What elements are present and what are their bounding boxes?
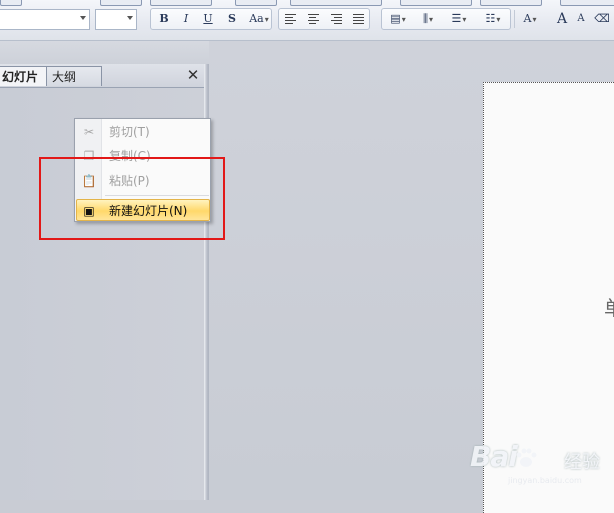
ribbon-separator xyxy=(514,10,515,28)
numbering-icon[interactable]: ☷ xyxy=(478,9,508,29)
scissors-icon: ✂ xyxy=(83,125,95,139)
align-right-icon[interactable] xyxy=(327,9,345,29)
ribbon: B I U S Aa ▤ ⫼ ☰ ☷ A A A ⌫ xyxy=(0,0,614,41)
tab-outline[interactable]: 大纲 xyxy=(47,66,102,86)
watermark-logo-text: Bai xyxy=(470,440,518,473)
italic-button[interactable]: I xyxy=(177,9,195,29)
tab-slides[interactable]: 幻灯片 xyxy=(0,66,47,86)
bullets-icon[interactable]: ☰ xyxy=(446,9,472,29)
underline-button[interactable]: U xyxy=(199,9,217,29)
watermark-brand-text: 经验 xyxy=(564,452,600,473)
text-shadow-button[interactable]: S xyxy=(223,9,241,29)
ribbon-top-row-cutoff xyxy=(0,0,614,6)
align-left-icon[interactable] xyxy=(281,9,299,29)
shrink-font-button[interactable]: A xyxy=(572,9,590,29)
font-name-combo[interactable] xyxy=(0,9,90,30)
text-direction-icon[interactable]: ⫼ xyxy=(415,9,441,29)
baidu-jingyan-watermark: Bai 经验 jingyan.baidu.com xyxy=(470,440,614,488)
font-color-button[interactable]: A xyxy=(518,9,542,29)
clear-formatting-icon[interactable]: ⌫ xyxy=(592,9,612,29)
align-center-icon[interactable] xyxy=(304,9,322,29)
justify-icon[interactable] xyxy=(349,9,367,29)
menu-item-cut[interactable]: ✂ 剪切(T) xyxy=(77,121,208,143)
font-size-combo[interactable] xyxy=(95,9,137,30)
change-case-button[interactable]: Aa xyxy=(245,9,273,29)
columns-icon[interactable]: ▤ xyxy=(385,9,411,29)
slide-partial-text: 单 xyxy=(604,292,614,321)
grow-font-button[interactable]: A xyxy=(553,9,571,29)
pane-tab-strip: 幻灯片 大纲 xyxy=(0,64,204,88)
watermark-url: jingyan.baidu.com xyxy=(508,476,582,485)
bold-button[interactable]: B xyxy=(155,9,173,29)
close-pane-icon[interactable]: ✕ xyxy=(185,66,201,84)
menu-item-label: 剪切(T) xyxy=(109,125,150,139)
annotation-highlight-box xyxy=(39,157,225,240)
paw-icon xyxy=(516,448,537,467)
